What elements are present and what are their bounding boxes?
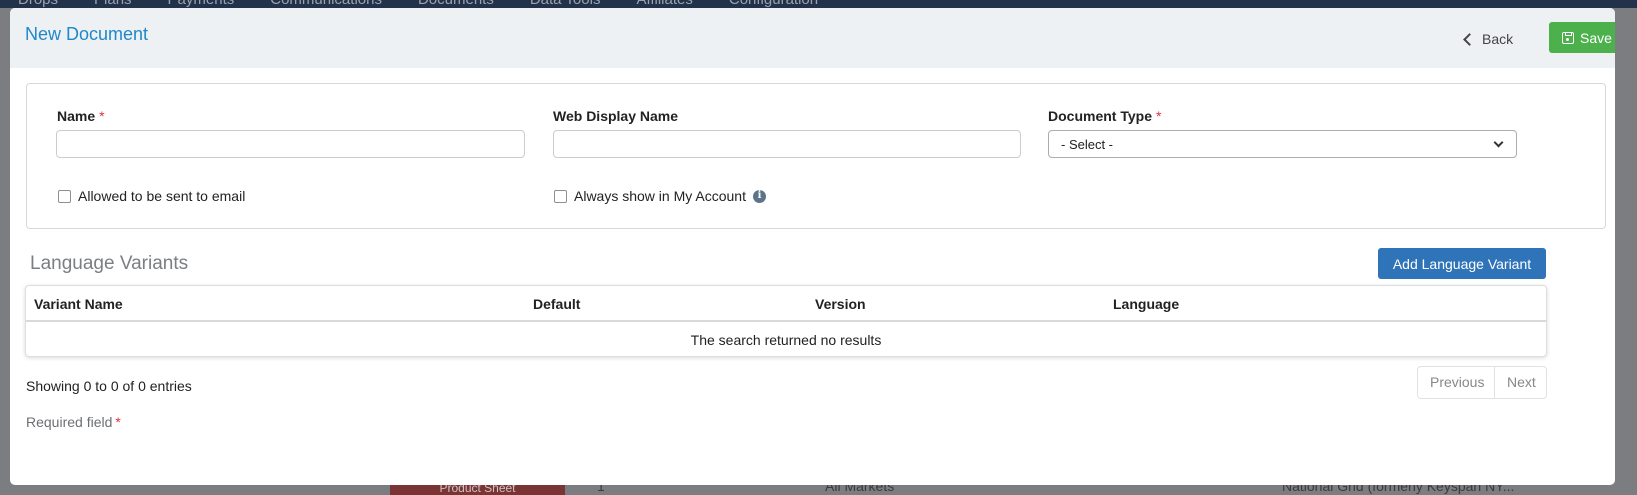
always-show-label: Always show in My Account bbox=[574, 188, 746, 204]
pagination: Previous Next bbox=[1417, 366, 1547, 399]
chevron-left-icon bbox=[1463, 33, 1476, 46]
always-show-option: Always show in My Account i bbox=[554, 188, 766, 204]
allowed-email-option: Allowed to be sent to email bbox=[58, 188, 245, 204]
required-field-note: Required field * bbox=[26, 414, 121, 430]
background-nav-bar: Drops Plans Payments Communications Docu… bbox=[0, 0, 1637, 8]
allowed-email-label: Allowed to be sent to email bbox=[78, 188, 246, 204]
column-header-variant-name[interactable]: Variant Name bbox=[34, 296, 123, 312]
column-header-version[interactable]: Version bbox=[815, 296, 866, 312]
web-display-name-input[interactable] bbox=[553, 130, 1021, 158]
empty-results-message: The search returned no results bbox=[690, 332, 882, 348]
table-header: Variant Name Default Version Language bbox=[26, 286, 1546, 322]
add-language-variant-button[interactable]: Add Language Variant bbox=[1378, 248, 1546, 279]
allowed-email-checkbox[interactable] bbox=[58, 189, 71, 203]
back-label: Back bbox=[1482, 31, 1514, 47]
chevron-down-icon bbox=[1493, 137, 1504, 147]
bg-nav-item: Affiliates bbox=[618, 0, 710, 8]
document-form: Name * Web Display Name Document Type * - … bbox=[26, 83, 1606, 229]
name-label: Name * bbox=[57, 108, 105, 124]
bg-nav-item: Drops bbox=[0, 0, 76, 8]
name-label-text: Name bbox=[57, 108, 96, 124]
modal-header: New Document Back Save bbox=[10, 8, 1615, 68]
column-header-language[interactable]: Language bbox=[1113, 296, 1179, 312]
language-variants-table: Variant Name Default Version Language Th… bbox=[25, 285, 1547, 357]
name-input[interactable] bbox=[56, 130, 525, 158]
document-type-selected: - Select - bbox=[1061, 136, 1114, 152]
save-button[interactable]: Save bbox=[1549, 22, 1615, 53]
required-marker: * bbox=[1155, 108, 1162, 124]
required-field-text: Required field bbox=[26, 414, 113, 430]
required-marker: * bbox=[99, 108, 105, 124]
document-type-select[interactable]: - Select - bbox=[1048, 130, 1517, 158]
web-display-name-label: Web Display Name bbox=[553, 108, 679, 124]
modal-title: New Document bbox=[25, 24, 149, 44]
entries-count: Showing 0 to 0 of 0 entries bbox=[26, 378, 192, 394]
previous-page-button[interactable]: Previous bbox=[1418, 367, 1495, 398]
save-label: Save bbox=[1580, 29, 1612, 46]
bg-nav-item: Documents bbox=[400, 0, 512, 8]
next-page-button[interactable]: Next bbox=[1495, 367, 1546, 398]
bg-nav-item: Communications bbox=[252, 0, 400, 8]
bg-nav-item: Plans bbox=[76, 0, 150, 8]
bg-nav-item: Payments bbox=[150, 0, 253, 8]
always-show-checkbox[interactable] bbox=[554, 189, 567, 203]
document-type-label-text: Document Type bbox=[1048, 108, 1152, 124]
column-header-default[interactable]: Default bbox=[533, 296, 580, 312]
document-type-label: Document Type * bbox=[1048, 108, 1161, 124]
floppy-disk-icon bbox=[1562, 31, 1575, 44]
info-icon[interactable]: i bbox=[752, 189, 766, 203]
back-button[interactable]: Back bbox=[1463, 26, 1514, 52]
language-variants-title: Language Variants bbox=[30, 253, 189, 274]
bg-nav-item: Data Tools bbox=[512, 0, 619, 8]
required-marker: * bbox=[115, 414, 121, 430]
new-document-modal: New Document Back Save Name * Web Display… bbox=[10, 8, 1615, 485]
bg-nav-item: Configuration bbox=[711, 0, 836, 8]
